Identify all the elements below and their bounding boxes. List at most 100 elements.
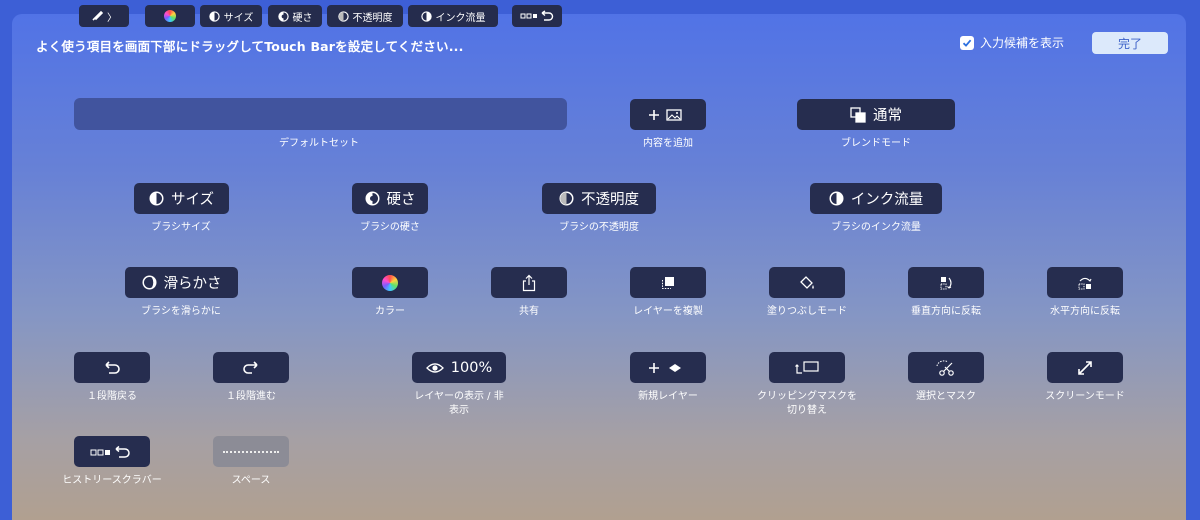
brush-opacity-label: 不透明度	[581, 192, 639, 208]
brush-icon	[92, 10, 103, 21]
brush-hardness-button[interactable]: 硬さ	[352, 183, 428, 214]
history-scrubber-caption: ヒストリースクラバー	[62, 475, 162, 486]
smoothing-button[interactable]: 滑らかさ	[125, 267, 238, 298]
flow-icon	[420, 10, 432, 22]
redo-caption: １段階進む	[226, 391, 276, 402]
default-hardness-item: 硬さ	[268, 5, 322, 27]
eye-icon	[425, 362, 444, 373]
brush-hardness-caption: ブラシの硬さ	[360, 222, 420, 233]
fill-mode-caption: 塗りつぶしモード	[766, 306, 848, 317]
redo-icon	[243, 360, 258, 374]
default-brush-item: 〉	[79, 5, 129, 27]
suggest-label: 入力候補を表示	[980, 36, 1065, 50]
size-half-icon	[208, 10, 220, 22]
blend-mode-label: 通常	[873, 108, 902, 124]
opacity-icon	[337, 10, 349, 22]
space-caption: スペース	[231, 475, 271, 486]
brush-size-button[interactable]: サイズ	[134, 183, 229, 214]
duplicate-layer-button[interactable]	[630, 267, 706, 298]
hardness-icon	[277, 10, 289, 22]
add-content-button[interactable]	[630, 99, 706, 130]
suggest-toggle[interactable]: 入力候補を表示	[960, 34, 1064, 51]
ink-flow-caption: ブラシのインク流量	[831, 222, 921, 233]
hardness-icon	[365, 191, 379, 206]
duplicate-layer-icon	[662, 276, 674, 289]
default-hardness-label: 硬さ	[292, 12, 313, 24]
space-button[interactable]	[213, 436, 289, 467]
clipping-mask-caption: クリッピングマスクを 切り替え	[737, 390, 877, 418]
default-color-item	[145, 5, 195, 27]
layer-visibility-caption-line1: レイヤーの表示 / 非	[414, 391, 504, 402]
size-half-icon	[149, 191, 164, 206]
undo-button[interactable]	[74, 352, 150, 383]
blend-mode-icon	[850, 106, 866, 123]
layer-visibility-caption-line2: 表示	[449, 405, 469, 416]
brush-opacity-button[interactable]: 不透明度	[542, 183, 656, 214]
space-dots-icon	[223, 450, 279, 453]
smoothing-icon	[142, 275, 156, 290]
instruction-text: よく使う項目を画面下部にドラッグしてTouch Barを設定してください...	[36, 39, 464, 54]
default-flow-item: インク流量	[408, 5, 498, 27]
ink-flow-label: インク流量	[850, 192, 924, 208]
screen-mode-caption: スクリーンモード	[1045, 391, 1125, 402]
default-opacity-label: 不透明度	[352, 12, 393, 24]
color-wheel-icon	[164, 10, 176, 22]
layer-visibility-button[interactable]: 100%	[412, 352, 506, 383]
layer-visibility-caption: レイヤーの表示 / 非 表示	[394, 390, 524, 418]
default-set-strip[interactable]	[74, 98, 567, 130]
flow-icon	[829, 191, 844, 206]
ink-flow-button[interactable]: インク流量	[810, 183, 942, 214]
new-layer-caption: 新規レイヤー	[638, 391, 698, 402]
share-icon	[522, 274, 536, 291]
flip-vertical-button[interactable]	[908, 267, 984, 298]
expand-icon	[1078, 360, 1092, 375]
checkmark-icon	[962, 39, 972, 47]
share-caption: 共有	[519, 306, 539, 317]
redo-button[interactable]	[213, 352, 289, 383]
scissors-icon	[936, 359, 954, 376]
flip-horizontal-button[interactable]	[1047, 267, 1123, 298]
flip-vertical-icon	[940, 276, 952, 289]
add-content-caption: 内容を追加	[643, 138, 693, 149]
history-scrubber-button[interactable]	[74, 436, 150, 467]
history-scrubber-icon	[520, 10, 554, 21]
paint-bucket-icon	[800, 275, 814, 289]
smoothing-label: 滑らかさ	[163, 276, 222, 292]
clipping-mask-icon	[795, 360, 819, 374]
add-image-icon	[649, 108, 682, 121]
share-button[interactable]	[491, 267, 567, 298]
brush-size-label: サイズ	[170, 192, 215, 208]
default-brush-chevron: 〉	[107, 12, 117, 24]
default-size-item: サイズ	[200, 5, 262, 27]
clipping-mask-button[interactable]	[769, 352, 845, 383]
default-size-label: サイズ	[223, 12, 254, 24]
undo-caption: １段階戻る	[87, 391, 137, 402]
default-flow-label: インク流量	[435, 12, 486, 24]
clipping-mask-caption-line2: 切り替え	[787, 405, 827, 416]
select-mask-caption: 選択とマスク	[916, 391, 976, 402]
flip-vertical-caption: 垂直方向に反転	[911, 306, 981, 317]
color-button[interactable]	[352, 267, 428, 298]
blend-mode-button[interactable]: 通常	[797, 99, 955, 130]
smoothing-caption: ブラシを滑らかに	[141, 306, 221, 317]
brush-size-caption: ブラシサイズ	[151, 222, 211, 233]
fill-mode-button[interactable]	[769, 267, 845, 298]
done-button[interactable]: 完了	[1092, 32, 1168, 54]
default-opacity-item: 不透明度	[327, 5, 403, 27]
select-mask-button[interactable]	[908, 352, 984, 383]
suggest-checkbox[interactable]	[960, 35, 974, 50]
default-history-item	[512, 5, 562, 27]
clipping-mask-caption-line1: クリッピングマスクを	[757, 391, 857, 402]
color-wheel-icon	[382, 274, 398, 291]
history-scrubber-icon	[90, 445, 130, 458]
blend-mode-caption: ブレンドモード	[841, 138, 911, 149]
screen-mode-button[interactable]	[1047, 352, 1123, 383]
brush-hardness-label: 硬さ	[386, 192, 416, 208]
flip-horizontal-caption: 水平方向に反転	[1050, 306, 1120, 317]
new-layer-icon	[649, 362, 681, 373]
brush-opacity-caption: ブラシの不透明度	[559, 222, 639, 233]
flip-horizontal-icon	[1078, 277, 1092, 289]
new-layer-button[interactable]	[630, 352, 706, 383]
duplicate-layer-caption: レイヤーを複製	[633, 306, 703, 317]
opacity-icon	[559, 191, 574, 206]
